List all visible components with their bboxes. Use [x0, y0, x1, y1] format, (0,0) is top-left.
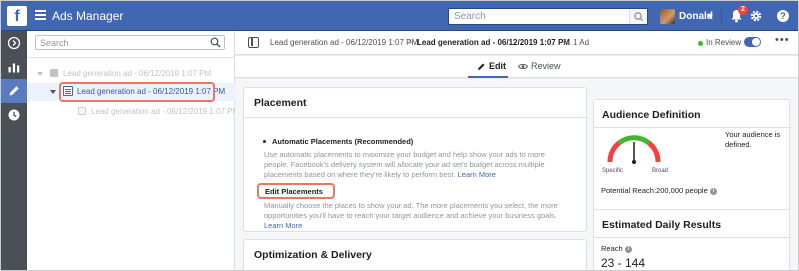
- status-dot-icon: [698, 41, 703, 46]
- notification-badge: 2: [738, 5, 748, 15]
- breadcrumb-item[interactable]: 1 Ad: [573, 38, 589, 47]
- tab-edit[interactable]: Edit: [489, 61, 506, 71]
- gauge-label-broad: Broad: [652, 168, 669, 174]
- audience-definition-card: Audience Definition Specific Broad Your …: [593, 99, 791, 212]
- rail-reports-button[interactable]: [1, 55, 27, 79]
- search-icon: [634, 12, 643, 21]
- gauge-label-specific: Specific: [602, 168, 624, 174]
- audience-summary: Your audience is defined.: [725, 130, 781, 149]
- checkbox[interactable]: [78, 107, 86, 115]
- learn-more-link[interactable]: Learn More: [458, 170, 496, 179]
- tab-review[interactable]: Review: [531, 61, 561, 71]
- placement-card: Placement Automatic Placements (Recommen…: [243, 87, 588, 232]
- rail-history-button[interactable]: [1, 103, 27, 127]
- info-icon[interactable]: i: [624, 245, 632, 253]
- panel-toggle-icon[interactable]: [248, 37, 259, 48]
- breadcrumb-item[interactable]: Lead generation ad - 06/12/2019 1:07 PM: [270, 38, 418, 47]
- expand-icon[interactable]: [50, 90, 56, 94]
- callout-highlight: [257, 183, 335, 199]
- tree-search: [35, 35, 225, 50]
- tree-row-label: Lead generation ad - 06/12/2019 1:07 PM: [91, 107, 240, 116]
- search-icon[interactable]: [210, 37, 221, 48]
- more-options-icon[interactable]: •••: [775, 34, 790, 46]
- automatic-placements-option[interactable]: Automatic Placements (Recommended): [272, 137, 413, 146]
- divider: [594, 127, 791, 128]
- divider: [721, 9, 722, 24]
- global-search-button[interactable]: [629, 9, 647, 24]
- placement-title: Placement: [254, 97, 307, 109]
- ad-status-toggle[interactable]: [744, 37, 761, 47]
- edit-placements-description: Manually choose the places to show your …: [264, 201, 558, 230]
- divider: [27, 57, 235, 58]
- left-rail: [1, 31, 27, 270]
- audience-title: Audience Definition: [602, 109, 701, 121]
- rail-edit-button[interactable]: [1, 79, 27, 103]
- active-tab-indicator: [468, 76, 508, 78]
- global-search: [448, 8, 648, 25]
- avatar[interactable]: [660, 9, 675, 24]
- pencil-icon: [478, 63, 485, 70]
- tree-row-label: Lead generation ad - 06/12/2019 1:07 PM: [63, 69, 212, 78]
- chart-icon: [8, 63, 20, 73]
- optimization-title: Optimization & Delivery: [254, 249, 372, 261]
- radio-selected[interactable]: [263, 140, 266, 143]
- global-search-input[interactable]: [449, 9, 629, 24]
- checkbox[interactable]: [50, 69, 58, 77]
- breadcrumb-item[interactable]: Lead generation ad - 06/12/2019 1:07 PM: [417, 38, 570, 47]
- reach-value: 23 - 144: [601, 256, 646, 270]
- ads-manager-window: f Ads Manager Donald 2 ?: [0, 0, 799, 271]
- estimated-title: Estimated Daily Results: [602, 219, 722, 231]
- rail-navigate-button[interactable]: [1, 31, 27, 55]
- callout-highlight: [59, 82, 215, 102]
- navigate-icon: [7, 36, 21, 50]
- eye-icon: [518, 64, 528, 69]
- divider: [594, 237, 791, 238]
- automatic-placements-description: Use automatic placements to maximize you…: [264, 150, 545, 179]
- breadcrumb-separator: >: [563, 37, 569, 47]
- facebook-logo-icon[interactable]: f: [7, 6, 27, 26]
- tree-search-input[interactable]: [36, 36, 206, 49]
- estimated-daily-results-card: Estimated Daily Results Reach i 23 - 144: [593, 209, 791, 270]
- main-header: Lead generation ad - 06/12/2019 1:07 PM …: [235, 31, 798, 55]
- gear-icon[interactable]: [749, 9, 763, 23]
- help-icon[interactable]: ?: [777, 10, 789, 22]
- pencil-icon: [9, 86, 19, 96]
- chevron-down-icon[interactable]: [707, 14, 713, 18]
- top-bar: f Ads Manager Donald 2 ?: [1, 1, 798, 31]
- edit-review-tabs: Edit Review: [235, 56, 798, 78]
- clock-icon: [8, 109, 20, 121]
- reach-label: Reach i: [601, 244, 632, 253]
- audience-gauge: [607, 135, 661, 164]
- campaign-tree: Lead generation ad - 06/12/2019 1:07 PM …: [27, 31, 239, 270]
- status-label: In Review: [706, 38, 742, 47]
- divider: [244, 117, 588, 118]
- potential-reach: Potential Reach:200,000 people i: [601, 186, 717, 195]
- edit-content: Placement Automatic Placements (Recommen…: [235, 79, 798, 270]
- tree-row-ad[interactable]: Lead generation ad - 06/12/2019 1:07 PM: [27, 103, 239, 121]
- optimization-card: Optimization & Delivery: [243, 239, 587, 270]
- app-title: Ads Manager: [52, 9, 124, 23]
- learn-more-link[interactable]: Learn More: [264, 221, 302, 230]
- info-icon[interactable]: i: [709, 187, 717, 195]
- expand-icon[interactable]: [37, 72, 43, 76]
- tree-row-campaign[interactable]: Lead generation ad - 06/12/2019 1:07 PM: [27, 65, 235, 83]
- breadcrumb-separator: >: [408, 37, 414, 47]
- hamburger-menu-icon[interactable]: [35, 10, 46, 21]
